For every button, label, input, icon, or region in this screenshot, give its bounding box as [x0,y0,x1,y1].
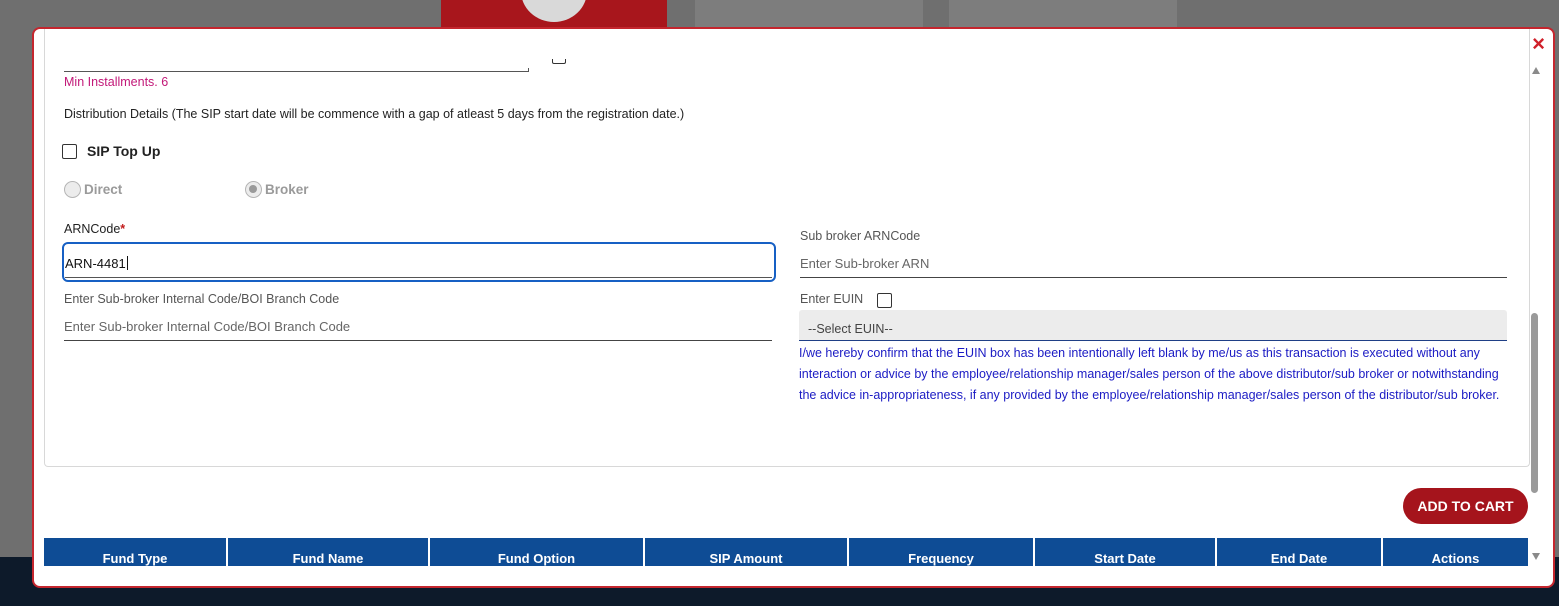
radio-direct-label: Direct [84,182,123,197]
radio-direct-icon[interactable] [64,181,81,198]
radio-direct[interactable]: Direct [64,181,122,198]
partial-checkbox[interactable] [552,59,566,64]
add-to-cart-button[interactable]: ADD TO CART [1403,488,1528,524]
sub-broker-arn-label: Sub broker ARNCode [800,229,921,243]
background-card-icon [521,0,587,22]
column-header[interactable]: SIP Amount [645,538,849,566]
arn-code-value-text: ARN-4481 [65,256,126,271]
sub-broker-internal-underline [64,340,772,341]
sip-top-up-label: SIP Top Up [87,143,161,159]
arn-code-input[interactable]: ARN-4481 [62,242,776,282]
text-caret [126,256,128,270]
euin-label: Enter EUIN [800,292,864,306]
sip-top-up-checkbox[interactable] [62,143,77,159]
min-installments-hint: Min Installments. 6 [64,75,169,89]
cart-table-header: Fund Type Fund Name Fund Option SIP Amou… [44,538,1528,566]
euin-checkbox[interactable] [877,293,892,308]
euin-select-value: --Select EUIN-- [808,322,893,336]
column-header[interactable]: Fund Option [430,538,645,566]
background-card [695,0,923,28]
arn-code-label: ARNCode* [64,222,125,236]
column-header[interactable]: End Date [1217,538,1383,566]
installments-input[interactable] [64,68,529,72]
column-header[interactable]: Start Date [1035,538,1217,566]
sub-broker-arn-underline [800,277,1507,278]
required-mark: * [120,222,126,236]
euin-select[interactable]: --Select EUIN-- [799,310,1507,341]
column-header[interactable]: Frequency [849,538,1035,566]
column-header[interactable]: Fund Type [44,538,228,566]
sub-broker-internal-input[interactable]: Enter Sub-broker Internal Code/BOI Branc… [64,319,350,334]
radio-broker-label: Broker [265,182,309,197]
sip-top-up[interactable]: SIP Top Up [62,143,160,159]
euin-declaration-text: I/we hereby confirm that the EUIN box ha… [799,346,1500,402]
sip-modal: × Min Installments. 6 Distribution Detai… [32,27,1555,588]
scrollbar-thumb[interactable] [1531,313,1538,493]
distribution-details-text: Distribution Details (The SIP start date… [64,107,685,121]
arn-code-value: ARN-4481 [65,256,128,271]
background-card [949,0,1177,28]
scroll-down-arrow-icon[interactable] [1532,553,1540,560]
radio-broker-icon[interactable] [245,181,262,198]
arn-code-label-text: ARNCode [64,222,121,236]
close-icon[interactable]: × [1532,33,1545,55]
column-header[interactable]: Actions [1383,538,1528,566]
radio-broker[interactable]: Broker [245,181,309,198]
background-card [441,0,667,28]
sub-broker-arn-input[interactable]: Enter Sub-broker ARN [800,256,929,271]
scroll-up-arrow-icon[interactable] [1532,67,1540,74]
sub-broker-internal-label: Enter Sub-broker Internal Code/BOI Branc… [64,292,340,306]
arn-code-underline [65,277,772,278]
column-header[interactable]: Fund Name [228,538,430,566]
